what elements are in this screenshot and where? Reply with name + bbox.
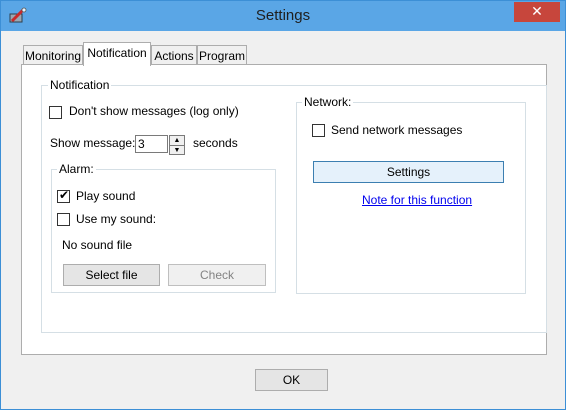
tab-actions[interactable]: Actions: [151, 45, 197, 66]
send-network-label: Send network messages: [331, 123, 463, 137]
close-icon: ✕: [531, 3, 543, 19]
show-message-stepper: ▲ ▼: [169, 135, 185, 155]
check-button[interactable]: Check: [168, 264, 266, 286]
network-group-label: Network:: [302, 95, 354, 109]
dont-show-label: Don't show messages (log only): [69, 104, 239, 118]
sound-file-text: No sound file: [62, 238, 133, 252]
window-title: Settings: [255, 7, 311, 24]
play-sound-checkbox[interactable]: [57, 188, 70, 203]
spin-up-icon[interactable]: ▲: [170, 136, 184, 145]
show-message-input[interactable]: 3: [135, 135, 168, 153]
notification-group-label: Notification: [48, 78, 112, 92]
play-sound-label: Play sound: [76, 189, 136, 203]
close-button[interactable]: ✕: [514, 2, 560, 22]
send-network-checkbox[interactable]: [312, 124, 325, 137]
alarm-group-label: Alarm:: [57, 162, 96, 176]
use-my-sound-label: Use my sound:: [76, 212, 157, 226]
network-settings-button[interactable]: Settings: [313, 161, 504, 183]
note-link[interactable]: Note for this function: [362, 193, 472, 207]
spin-down-icon[interactable]: ▼: [170, 145, 184, 155]
select-file-button[interactable]: Select file: [63, 264, 160, 286]
tab-monitoring[interactable]: Monitoring: [23, 45, 83, 66]
dont-show-checkbox[interactable]: [49, 106, 62, 119]
tab-program[interactable]: Program: [197, 45, 247, 66]
tab-notification[interactable]: Notification: [83, 42, 151, 66]
seconds-label: seconds: [193, 136, 238, 150]
show-message-label: Show message:: [50, 136, 136, 150]
use-my-sound-checkbox[interactable]: [57, 213, 70, 226]
settings-window: Settings ✕ Monitoring Notification Actio…: [0, 0, 566, 410]
title-bar[interactable]: Settings ✕: [1, 1, 565, 31]
ok-button[interactable]: OK: [255, 369, 328, 391]
